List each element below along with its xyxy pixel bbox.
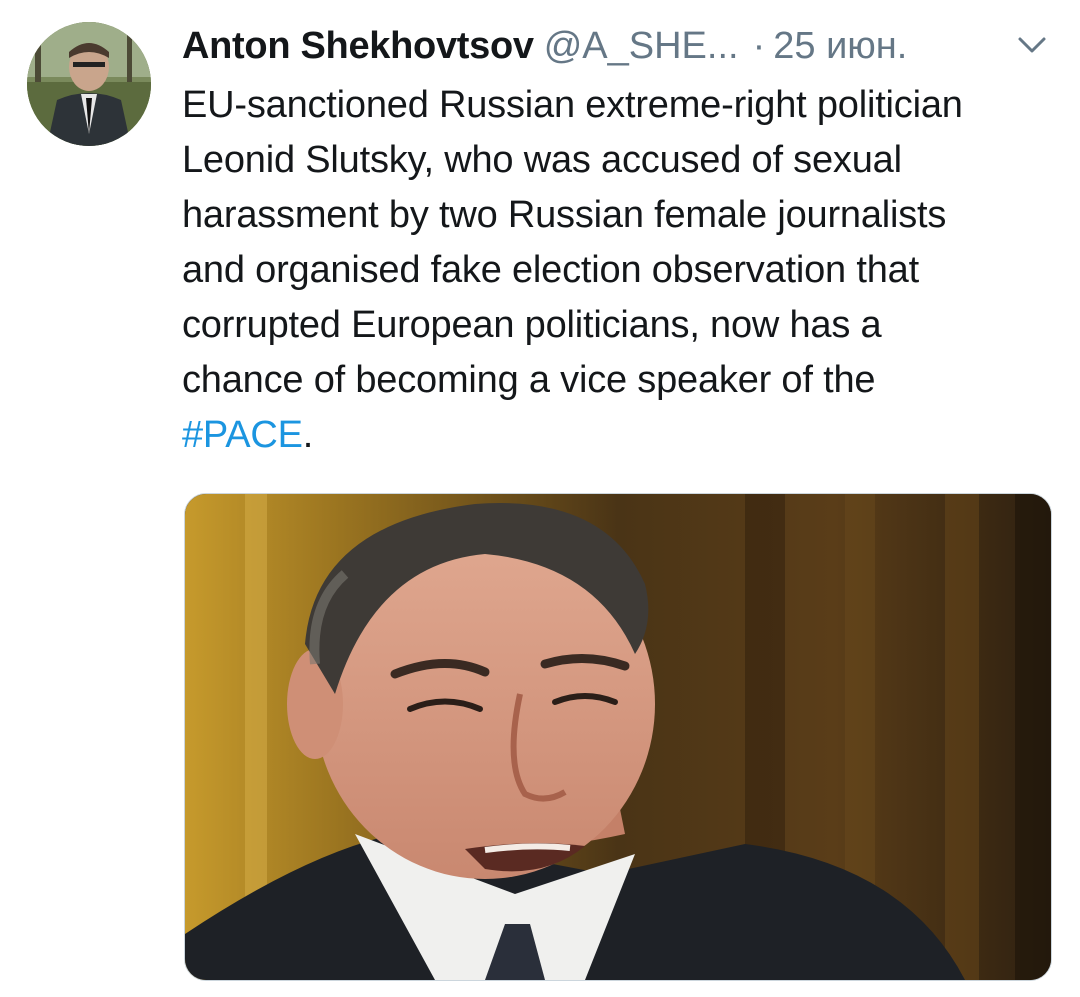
tweet-text-line: Leonid Slutsky, who was accused of sexua…	[182, 139, 902, 181]
avatar[interactable]	[27, 22, 151, 146]
photo-image	[185, 494, 1051, 980]
tweet-text: EU-sanctioned Russian extreme-right poli…	[182, 78, 1062, 463]
tweet[interactable]: Anton Shekhovtsov @A_SHE... · 25 июн. EU-sa…	[0, 0, 1080, 997]
tweet-header: Anton Shekhovtsov @A_SHE... · 25 июн.	[182, 20, 1022, 72]
author-handle[interactable]: @A_SHE...	[544, 25, 739, 67]
tweet-text-line: EU-sanctioned Russian extreme-right poli…	[182, 84, 963, 126]
trailing-punctuation: .	[302, 414, 314, 456]
tweet-text-line: harassment by two Russian female journal…	[182, 194, 947, 236]
chevron-down-icon[interactable]	[1016, 33, 1048, 57]
separator-dot: ·	[752, 25, 766, 67]
tweet-text-line: corrupted European politicians, now has …	[182, 304, 882, 346]
author-display-name[interactable]: Anton Shekhovtsov	[182, 25, 534, 67]
tweet-text-line: chance of becoming a vice speaker of the	[182, 359, 876, 401]
tweet-media-photo[interactable]	[184, 493, 1052, 981]
tweet-date[interactable]: 25 июн.	[773, 25, 907, 67]
tweet-text-line: and organised fake election observation …	[182, 249, 919, 291]
tweet-text-last-line: #PACE.	[182, 408, 1062, 463]
avatar-photo	[27, 22, 151, 146]
hashtag-link[interactable]: #PACE	[182, 414, 303, 456]
